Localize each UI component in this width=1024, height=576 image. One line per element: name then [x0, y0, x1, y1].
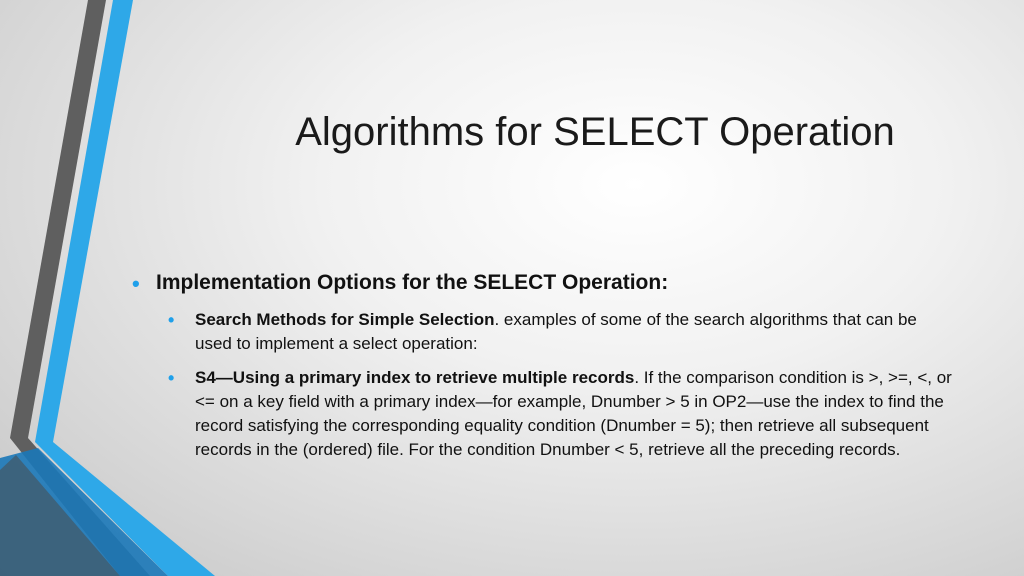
bullet-level1: • Implementation Options for the SELECT … [132, 266, 952, 300]
bullet-level1-text: Implementation Options for the SELECT Op… [156, 271, 669, 294]
bullet-dot-icon: • [168, 310, 175, 330]
bullet-list: • Implementation Options for the SELECT … [132, 266, 952, 472]
bullet-level2-search-methods: • Search Methods for Simple Selection. e… [168, 308, 952, 356]
bullet-level2-bold-text: S4—Using a primary index to retrieve mul… [195, 368, 635, 387]
bullet-dot-icon: • [168, 368, 175, 388]
slide: Algorithms for SELECT Operation • Implem… [0, 0, 1024, 576]
bullet-level2-s4: • S4—Using a primary index to retrieve m… [168, 366, 952, 462]
bullet-level2-bold-text: Search Methods for Simple Selection [195, 310, 495, 329]
bullet-dot-icon: • [132, 271, 140, 296]
slide-title: Algorithms for SELECT Operation [295, 110, 895, 154]
